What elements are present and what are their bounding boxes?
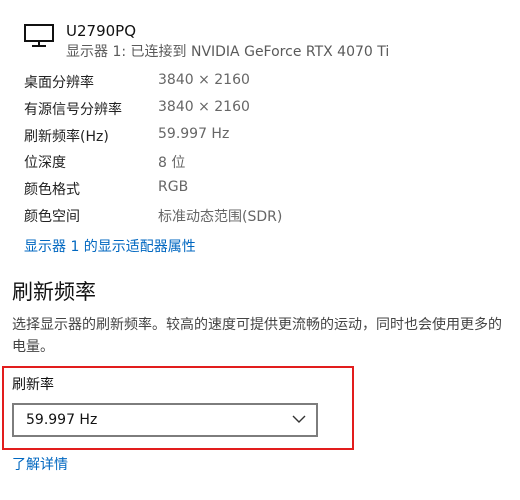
info-row-desktop-resolution: 桌面分辨率 3840 × 2160: [24, 72, 384, 99]
info-label: 位深度: [24, 155, 66, 172]
info-value: 3840 × 2160: [158, 72, 250, 88]
refresh-rate-label: 刷新率: [12, 377, 54, 393]
info-value: RGB: [158, 179, 189, 196]
info-value: 8 位: [158, 155, 186, 172]
chevron-down-icon: [292, 415, 306, 423]
adapter-properties-link[interactable]: 显示器 1 的显示适配器属性: [24, 236, 196, 256]
monitor-name: U2790PQ: [66, 22, 137, 40]
refresh-rate-selected-value: 59.997 Hz: [26, 412, 98, 428]
info-label: 桌面分辨率: [24, 75, 94, 91]
info-row-active-resolution: 有源信号分辨率 3840 × 2160: [24, 99, 384, 126]
info-row-color-space: 颜色空间 标准动态范围(SDR): [24, 206, 384, 233]
learn-more-link[interactable]: 了解详情: [12, 454, 68, 474]
info-row-refresh-rate: 刷新频率(Hz) 59.997 Hz: [24, 126, 384, 153]
info-row-bit-depth: 位深度 8 位: [24, 152, 384, 179]
monitor-connection: 显示器 1: 已连接到 NVIDIA GeForce RTX 4070 Ti: [66, 44, 390, 60]
refresh-rate-description: 选择显示器的刷新频率。较高的速度可提供更流畅的运动，同时也会使用更多的电量。: [12, 317, 502, 355]
info-value: 3840 × 2160: [158, 98, 250, 115]
info-label: 颜色空间: [24, 208, 80, 225]
info-row-color-format: 颜色格式 RGB: [24, 179, 384, 206]
monitor-icon: [24, 24, 54, 47]
info-value: 59.997 Hz: [158, 125, 230, 142]
display-info-table: 桌面分辨率 3840 × 2160 有源信号分辨率 3840 × 2160 刷新…: [24, 72, 384, 233]
refresh-rate-dropdown[interactable]: 59.997 Hz: [12, 403, 318, 437]
info-label: 颜色格式: [24, 182, 80, 199]
section-title-refresh-rate: 刷新频率: [12, 280, 96, 304]
info-label: 刷新频率(Hz): [24, 128, 109, 145]
info-label: 有源信号分辨率: [24, 101, 122, 118]
info-value: 标准动态范围(SDR): [158, 208, 283, 225]
